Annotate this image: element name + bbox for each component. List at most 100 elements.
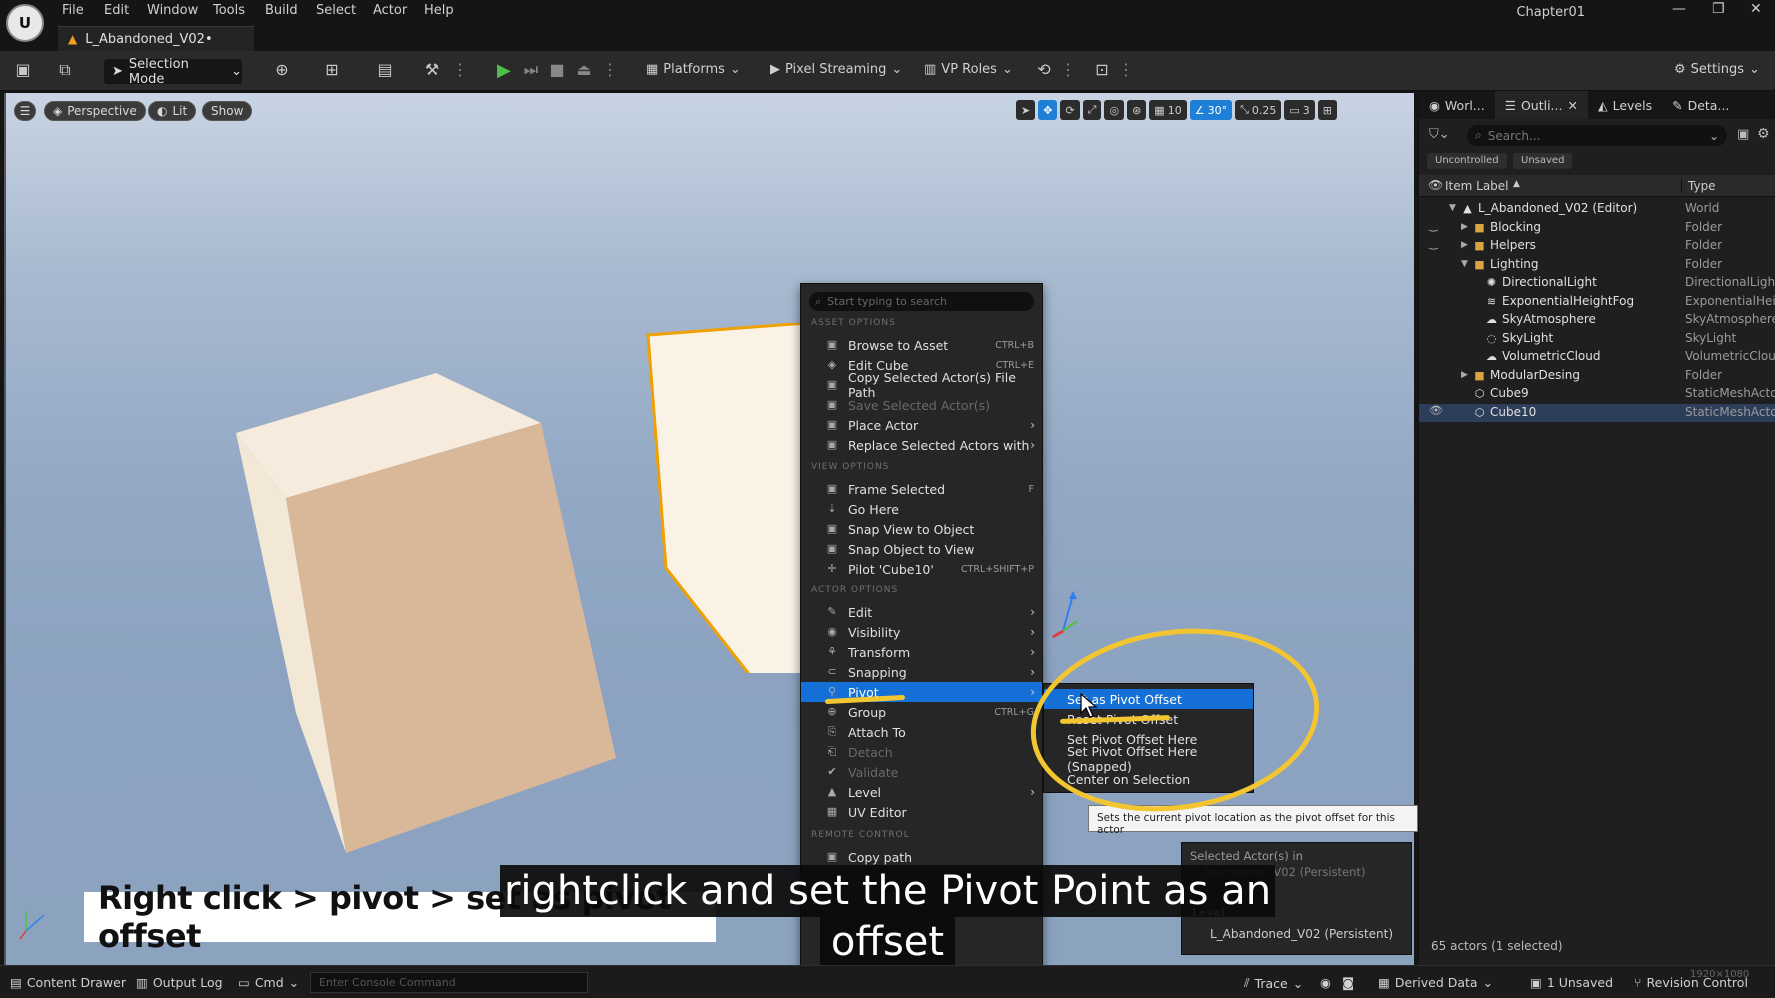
transform-gizmo[interactable] — [1051, 591, 1081, 641]
tab-details[interactable]: ✎ Deta... — [1662, 91, 1739, 119]
viewport-menu-button[interactable]: ☰ — [14, 101, 36, 121]
rotation-snap-button[interactable]: ∠ 30° — [1189, 100, 1233, 120]
outliner-row[interactable]: ☁ SkyAtmosphere SkyAtmosphere — [1419, 311, 1775, 330]
surface-snap-icon[interactable]: ⊛ — [1127, 100, 1147, 120]
save-icon[interactable]: ▣ — [13, 60, 33, 80]
gear-icon[interactable]: ⚙ — [1757, 126, 1770, 142]
close-tab-icon[interactable]: ✕ — [1567, 98, 1577, 113]
outliner-row[interactable]: ▼ ■ Lighting Folder — [1419, 256, 1775, 275]
context-search-input[interactable]: Start typing to search — [827, 295, 947, 308]
outliner-search-input[interactable]: Search... — [1488, 129, 1541, 143]
context-search-box[interactable]: ⌕ Start typing to search — [809, 292, 1034, 311]
outliner-row[interactable]: ✺ DirectionalLight DirectionalLight — [1419, 274, 1775, 293]
platforms-button[interactable]: ▦ Platforms ⌄ — [646, 62, 741, 77]
more-icon[interactable]: ⋮ — [1058, 60, 1078, 80]
layout-icon[interactable]: ⊡ — [1092, 60, 1112, 80]
menu-select[interactable]: Select — [316, 3, 356, 18]
translate-tool-icon[interactable]: ✥ — [1038, 100, 1058, 120]
context-item-snap-view-to-object[interactable]: ▣ Snap View to Object — [801, 519, 1042, 539]
play-icon[interactable]: ▶ — [497, 60, 511, 81]
menu-edit[interactable]: Edit — [104, 3, 129, 18]
outliner-row[interactable]: 👁 ⬡ Cube10 StaticMeshActo — [1419, 403, 1775, 422]
maximize-icon[interactable]: ❐ — [1712, 1, 1725, 17]
eject-icon[interactable]: ⏏ — [574, 60, 594, 80]
show-button[interactable]: Show — [202, 101, 253, 121]
expand-arrow-closed-icon[interactable]: ▶ — [1461, 240, 1468, 250]
context-item-attach-to[interactable]: ⎘ Attach To › — [801, 722, 1042, 742]
scale-tool-icon[interactable]: ⤢ — [1082, 100, 1102, 120]
expand-arrow-closed-icon[interactable]: ▶ — [1461, 222, 1468, 232]
chip-unsaved[interactable]: Unsaved — [1513, 153, 1573, 169]
context-item-copy-selected-actor-s-file-path[interactable]: ▣ Copy Selected Actor(s) File Path — [801, 370, 1042, 400]
cube10-mesh[interactable] — [646, 323, 816, 673]
tab-levels[interactable]: ◭ Levels — [1588, 91, 1662, 119]
menu-tools[interactable]: Tools — [213, 3, 245, 18]
context-item-level[interactable]: ▲ Level › — [801, 782, 1042, 802]
level-dropdown[interactable]: L_Abandoned_V02 (Persistent) — [1210, 927, 1393, 941]
outliner-row[interactable]: ◌ SkyLight SkyLight — [1419, 330, 1775, 349]
record-icon[interactable]: ◉ — [1320, 975, 1331, 990]
camera-speed-button[interactable]: ▭ 3 — [1284, 100, 1315, 120]
close-window-icon[interactable]: ✕ — [1750, 1, 1762, 17]
cmd-dropdown[interactable]: ▭ Cmd ⌄ — [238, 975, 299, 990]
level-viewport[interactable]: ☰ ◈ Perspective ◐ Lit Show ➤ ✥ ⟳ ⤢ ◎ ⊛ ▦… — [4, 93, 1414, 965]
tab-outliner[interactable]: ☰ Outli... ✕ — [1494, 91, 1588, 119]
content-drawer-button[interactable]: ▤ Content Drawer — [10, 975, 126, 990]
modes-icon[interactable]: ⚒ — [422, 60, 442, 80]
outliner-row[interactable]: ▶ ■ ModularDesing Folder — [1419, 367, 1775, 386]
vp-roles-button[interactable]: ▥ VP Roles ⌄ — [924, 62, 1013, 77]
console-input[interactable]: Enter Console Command — [310, 972, 588, 993]
minimize-icon[interactable]: — — [1672, 1, 1686, 17]
lit-button[interactable]: ◐ Lit — [148, 101, 197, 121]
context-item-snap-object-to-view[interactable]: ▣ Snap Object to View — [801, 539, 1042, 559]
world-space-icon[interactable]: ◎ — [1104, 100, 1125, 120]
expand-arrow-open-icon[interactable]: ▼ — [1461, 259, 1468, 269]
selection-mode-dropdown[interactable]: ➤ Selection Mode ⌄ — [104, 57, 242, 87]
outliner-row[interactable]: ‿ ▶ ■ Helpers Folder — [1419, 237, 1775, 256]
menu-build[interactable]: Build — [265, 3, 298, 18]
more-icon[interactable]: ⋮ — [1116, 60, 1136, 80]
browse-icon[interactable]: ⧉ — [55, 60, 75, 80]
blueprint-icon[interactable]: ⊞ — [322, 60, 342, 80]
perspective-button[interactable]: ◈ Perspective — [44, 101, 146, 121]
context-item-edit[interactable]: ✎ Edit › — [801, 602, 1042, 622]
cinematics-icon[interactable]: ▤ — [375, 60, 395, 80]
outliner-row[interactable]: ▼ ▲ L_Abandoned_V02 (Editor) World — [1419, 200, 1775, 219]
derived-data-button[interactable]: ▦ Derived Data ⌄ — [1378, 975, 1493, 990]
filter-icon[interactable]: ⛉⌄ — [1429, 127, 1450, 142]
outliner-row[interactable]: ☁ VolumetricCloud VolumetricClou — [1419, 348, 1775, 367]
scale-snap-button[interactable]: ⤡ 0.25 — [1235, 100, 1282, 120]
context-item-uv-editor[interactable]: ▦ UV Editor — [801, 802, 1042, 822]
expand-arrow-open-icon[interactable]: ▼ — [1449, 203, 1456, 213]
add-actor-icon[interactable]: ⊕ — [272, 60, 292, 80]
settings-button[interactable]: ⚙ Settings ⌄ — [1674, 62, 1760, 77]
context-item-browse-to-asset[interactable]: ▣ Browse to Asset CTRL+B — [801, 335, 1042, 355]
pixel-streaming-button[interactable]: ▶ Pixel Streaming ⌄ — [770, 62, 902, 77]
context-item-transform[interactable]: ⚘ Transform › — [801, 642, 1042, 662]
outliner-row[interactable]: ‿ ▶ ■ Blocking Folder — [1419, 219, 1775, 238]
visibility-eye-icon[interactable]: ‿ — [1429, 237, 1438, 250]
context-item-pilot-cube10[interactable]: ✛ Pilot 'Cube10' CTRL+SHIFT+P — [801, 559, 1042, 579]
menu-help[interactable]: Help — [424, 3, 454, 18]
context-item-visibility[interactable]: ◉ Visibility › — [801, 622, 1042, 642]
layout-grid-icon[interactable]: ⊞ — [1317, 100, 1338, 120]
menu-window[interactable]: Window — [147, 3, 198, 18]
context-item-place-actor[interactable]: ▣ Place Actor › — [801, 415, 1042, 435]
outliner-row[interactable]: ≋ ExponentialHeightFog ExponentialHeig — [1419, 293, 1775, 312]
stop-icon[interactable]: ■ — [547, 60, 567, 80]
unsaved-button[interactable]: ▣ 1 Unsaved — [1530, 975, 1613, 990]
column-item-label[interactable]: Item Label — [1445, 179, 1509, 193]
menu-file[interactable]: File — [62, 3, 84, 18]
level-tab[interactable]: ▲ L_Abandoned_V02• — [58, 26, 254, 51]
trace-button[interactable]: ⫽ Trace ⌄ — [1244, 975, 1303, 991]
expand-arrow-closed-icon[interactable]: ▶ — [1461, 370, 1468, 380]
outliner-search[interactable]: ⌕ Search... ⌄ — [1467, 125, 1727, 146]
context-item-go-here[interactable]: ⇣ Go Here — [801, 499, 1042, 519]
select-tool-icon[interactable]: ➤ — [1016, 100, 1036, 120]
output-log-button[interactable]: ▥ Output Log — [136, 975, 223, 990]
screenshot-icon[interactable]: ◙ — [1342, 975, 1354, 990]
more-icon[interactable]: ⋮ — [450, 60, 470, 80]
menu-actor[interactable]: Actor — [373, 3, 407, 18]
context-item-frame-selected[interactable]: ▣ Frame Selected F — [801, 479, 1042, 499]
add-folder-icon[interactable]: ▣ — [1737, 127, 1749, 142]
